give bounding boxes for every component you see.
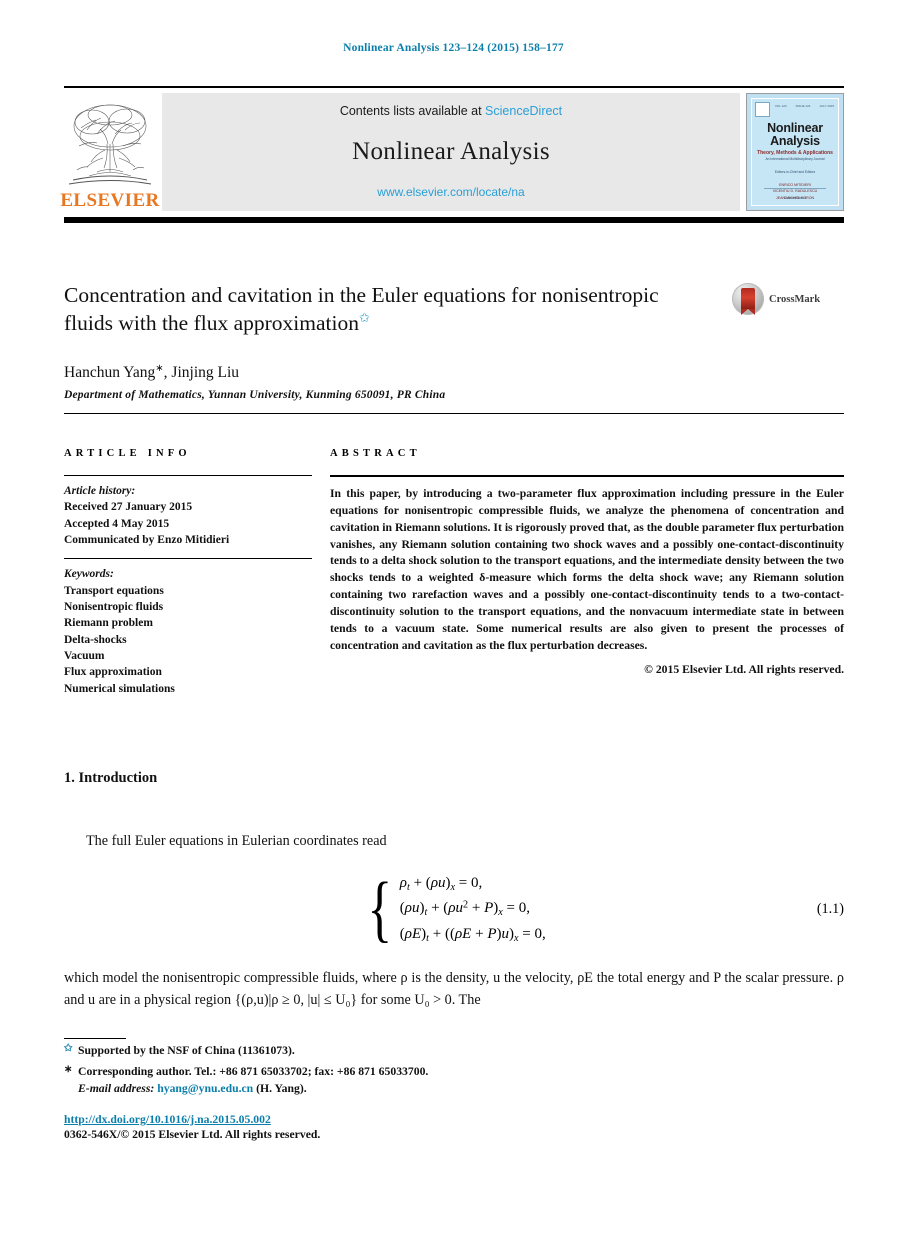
equation-line-1: ρt + (ρu)x = 0, bbox=[399, 874, 483, 893]
keyword-item: Nonisentropic fluids bbox=[64, 600, 164, 613]
cover-subtitle2: An International Multidisciplinary Journ… bbox=[765, 157, 825, 161]
crossmark-label: CrossMark bbox=[769, 293, 821, 305]
cover-title-line1: Nonlinear bbox=[767, 121, 823, 135]
keyword-item: Transport equations bbox=[64, 584, 164, 597]
footnote-support: ✩ Supported by the NSF of China (1136107… bbox=[64, 1042, 584, 1060]
section-heading-introduction: 1. Introduction bbox=[64, 770, 158, 786]
affiliation: Department of Mathematics, Yunnan Univer… bbox=[64, 389, 446, 402]
keyword-item: Numerical simulations bbox=[64, 682, 175, 695]
issn-copyright-line: 0362-546X/© 2015 Elsevier Ltd. All right… bbox=[64, 1128, 321, 1141]
post-equation-paragraph: which model the nonisentropic compressib… bbox=[64, 970, 844, 1008]
title-block: Concentration and cavitation in the Eule… bbox=[64, 282, 844, 415]
abstract-heading: ABSTRACT bbox=[330, 448, 421, 459]
contents-available-line: Contents lists available at ScienceDirec… bbox=[340, 104, 562, 118]
cover-inner-frame: VOL 123 ISSUE 124 JULY 2015 Nonlinear An… bbox=[751, 98, 839, 206]
article-info-rule-1 bbox=[64, 475, 312, 476]
email-suffix: (H. Yang). bbox=[256, 1082, 307, 1096]
crossmark-book-shape bbox=[741, 288, 755, 315]
equation-block-1-1: { ρt + (ρu)x = 0, (ρu)t + (ρu2 + P)x = 0… bbox=[64, 866, 844, 952]
footnotes-region: ✩ Supported by the NSF of China (1136107… bbox=[64, 1038, 584, 1098]
email-link[interactable]: hyang@ynu.edu.cn bbox=[157, 1082, 253, 1095]
article-history-label: Article history: bbox=[64, 485, 136, 497]
history-item: Accepted 4 May 2015 bbox=[64, 517, 170, 530]
journal-masthead: ELSEVIER Contents lists available at Sci… bbox=[60, 86, 844, 223]
elsevier-tree-icon bbox=[68, 104, 152, 185]
cover-issue: ISSUE 124 bbox=[795, 104, 811, 108]
abstract-text: In this paper, by introducing a two-para… bbox=[330, 487, 844, 652]
author-primary: Hanchun Yang bbox=[64, 364, 156, 382]
article-info-rule-2 bbox=[64, 558, 312, 560]
body-section: 1. Introduction The full Euler equations… bbox=[64, 770, 844, 1011]
abstract-rule bbox=[330, 475, 844, 477]
cover-date: JULY 2015 bbox=[819, 104, 834, 108]
bottom-meta-region: http://dx.doi.org/10.1016/j.na.2015.05.0… bbox=[64, 1113, 584, 1141]
keyword-item: Delta-shocks bbox=[64, 633, 127, 646]
email-label: E-mail address: bbox=[78, 1082, 155, 1096]
cover-title-line2: Analysis bbox=[770, 133, 820, 148]
equation-brace: { bbox=[367, 867, 393, 950]
article-info-heading: ARTICLE INFO bbox=[64, 448, 191, 459]
equation-number: (1.1) bbox=[816, 900, 844, 917]
equation-line-2: (ρu)t + (ρu2 + P)x = 0, bbox=[399, 900, 530, 919]
keywords-label: Keywords: bbox=[64, 568, 114, 581]
footnote-support-marker: ✩ bbox=[64, 1043, 73, 1054]
journal-cover-thumbnail[interactable]: VOL 123 ISSUE 124 JULY 2015 Nonlinear An… bbox=[746, 93, 844, 211]
page-title: Concentration and cavitation in the Eule… bbox=[64, 282, 664, 337]
cover-footer-text: ScienceDirect bbox=[783, 196, 807, 200]
keyword-item: Vacuum bbox=[64, 649, 105, 662]
cover-vol: VOL 123 bbox=[774, 104, 787, 108]
history-item: Received 27 January 2015 bbox=[64, 501, 193, 514]
elsevier-logo: ELSEVIER bbox=[60, 93, 159, 211]
keywords-group: Keywords: Transport equations Nonisentro… bbox=[64, 566, 312, 697]
footnote-corresponding-marker: ∗ bbox=[64, 1063, 73, 1075]
sciencedirect-link[interactable]: ScienceDirect bbox=[485, 104, 562, 118]
cover-subtitle: Theory, Methods & Applications bbox=[757, 150, 833, 156]
cover-elsevier-mark bbox=[755, 102, 770, 117]
title-block-rule bbox=[64, 413, 844, 415]
article-page: Nonlinear Analysis 123–124 (2015) 158–17… bbox=[0, 0, 907, 1238]
equation-body: { ρt + (ρu)x = 0, (ρu)t + (ρu2 + P)x = 0… bbox=[362, 867, 546, 950]
author-list: Hanchun Yang∗, Jinjing Liu bbox=[64, 363, 844, 382]
keyword-item: Riemann problem bbox=[64, 617, 153, 630]
journal-title: Nonlinear Analysis bbox=[352, 137, 550, 165]
crossmark-badge[interactable]: CrossMark bbox=[732, 282, 844, 316]
intro-paragraph: The full Euler equations in Eulerian coo… bbox=[86, 833, 387, 849]
contents-panel: Contents lists available at ScienceDirec… bbox=[162, 93, 740, 211]
equation-lines: ρt + (ρu)x = 0, (ρu)t + (ρu2 + P)x = 0, … bbox=[400, 871, 546, 948]
history-item: Communicated by Enzo Mitidieri bbox=[64, 533, 230, 546]
author-rest: , Jinjing Liu bbox=[163, 364, 240, 382]
corresponding-author-marker[interactable]: ∗ bbox=[155, 363, 163, 374]
keyword-item: Flux approximation bbox=[64, 666, 162, 679]
equation-line-3: (ρE)t + ((ρE + P)u)x = 0, bbox=[399, 926, 546, 945]
cover-footer-rule bbox=[764, 188, 826, 189]
footnote-corresponding: ∗ Corresponding author. Tel.: +86 871 65… bbox=[64, 1063, 584, 1098]
contents-prefix-text: Contents lists available at bbox=[339, 104, 486, 118]
cover-topbar: VOL 123 ISSUE 124 JULY 2015 bbox=[752, 99, 838, 117]
doi-link[interactable]: http://dx.doi.org/10.1016/j.na.2015.05.0… bbox=[64, 1113, 584, 1126]
running-head: Nonlinear Analysis 123–124 (2015) 158–17… bbox=[343, 42, 564, 54]
masthead-bottom-rule bbox=[64, 217, 844, 223]
article-history-group: Article history: Received 27 January 201… bbox=[64, 483, 312, 548]
footnote-corresponding-text: Corresponding author. Tel.: +86 871 6503… bbox=[78, 1064, 429, 1078]
info-abstract-region: ARTICLE INFO Article history: Received 2… bbox=[64, 448, 844, 697]
journal-url-link[interactable]: www.elsevier.com/locate/na bbox=[377, 185, 524, 199]
elsevier-wordmark: ELSEVIER bbox=[60, 190, 160, 211]
cover-title: Nonlinear Analysis bbox=[752, 122, 838, 147]
article-info-column: ARTICLE INFO Article history: Received 2… bbox=[64, 448, 312, 697]
footnote-rule bbox=[64, 1038, 126, 1039]
title-footnote-marker[interactable]: ✩ bbox=[359, 310, 370, 325]
footnote-support-text: Supported by the NSF of China (11361073)… bbox=[78, 1044, 295, 1057]
abstract-column: ABSTRACT In this paper, by introducing a… bbox=[330, 448, 844, 697]
footnote-email-line: E-mail address: hyang@ynu.edu.cn (H. Yan… bbox=[78, 1080, 584, 1098]
crossmark-icon bbox=[732, 283, 764, 315]
copyright-line: © 2015 Elsevier Ltd. All rights reserved… bbox=[644, 663, 844, 677]
masthead-top-rule bbox=[64, 86, 844, 88]
cover-editors-label: Editors-in-Chief and Editors bbox=[774, 170, 816, 175]
